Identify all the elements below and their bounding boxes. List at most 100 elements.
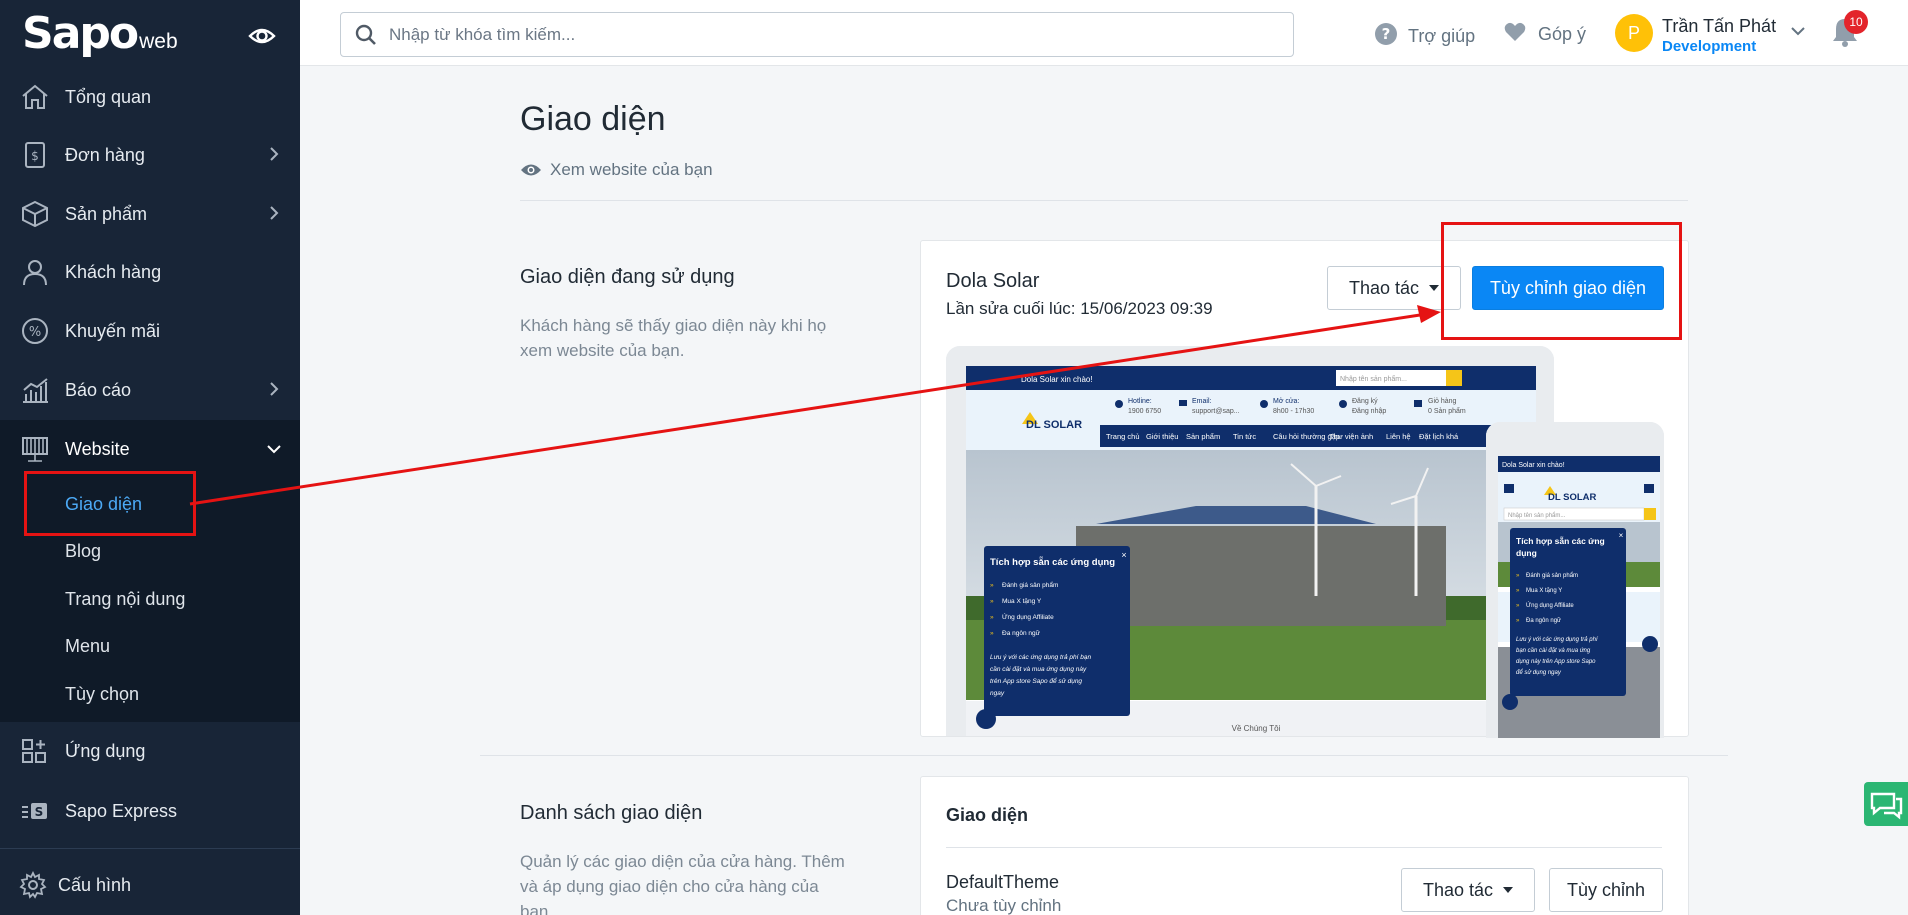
submenu-item-options[interactable]: Tùy chọn <box>65 684 139 705</box>
eye-icon[interactable] <box>248 26 276 51</box>
chevron-icon: » <box>990 614 994 621</box>
mobile-preview-popup-item: Đa ngôn ngữ <box>1526 618 1561 624</box>
preview-account-sub: Đăng nhập <box>1352 408 1386 415</box>
page-title: Giao diện <box>520 100 666 138</box>
chat-button[interactable] <box>1864 782 1908 826</box>
sidebar-item-orders[interactable]: $ Đơn hàng <box>0 126 300 184</box>
chevron-right-icon <box>268 146 280 167</box>
home-icon <box>20 83 50 111</box>
preview-email-label: Email: <box>1192 398 1212 405</box>
preview-welcome: Dola Solar xin chào! <box>1021 375 1093 384</box>
view-website-link[interactable]: Xem website của bạn <box>520 160 713 180</box>
chevron-down-icon <box>266 442 282 460</box>
sidebar-item-label: Khách hàng <box>65 261 162 282</box>
help-icon: ? <box>1374 22 1398 51</box>
view-website-label: Xem website của bạn <box>550 160 713 179</box>
eye-icon <box>521 164 541 176</box>
avatar[interactable]: P <box>1615 14 1653 52</box>
theme-last-edited: Lần sửa cuối lúc: 15/06/2023 09:39 <box>946 299 1213 318</box>
sidebar-item-promotions[interactable]: % Khuyến mãi <box>0 302 300 360</box>
theme-row-customize-button[interactable]: Tùy chỉnh <box>1549 868 1663 912</box>
sidebar-item-label: Báo cáo <box>65 379 132 400</box>
help-label: Trợ giúp <box>1408 26 1476 46</box>
preview-logo: DL SOLAR <box>1026 419 1082 431</box>
preview-popup-item: Mua X tặng Y <box>1002 598 1042 605</box>
svg-text:$: $ <box>31 149 39 163</box>
user-role: Development <box>1662 38 1757 55</box>
sidebar-item-label: Đơn hàng <box>65 144 145 165</box>
chevron-down-icon[interactable] <box>1790 24 1806 42</box>
submenu-item-menu[interactable]: Menu <box>65 636 110 657</box>
feedback-label: Góp ý <box>1538 24 1587 44</box>
user-name[interactable]: Trần Tấn Phát <box>1662 16 1776 37</box>
sidebar-item-customers[interactable]: Khách hàng <box>0 243 300 301</box>
search-input[interactable] <box>389 22 1269 48</box>
sidebar-item-label: Ứng dụng <box>65 740 146 761</box>
preview-hours: 8h00 - 17h30 <box>1273 408 1314 415</box>
logo-main: Sapo <box>22 8 139 59</box>
current-theme-section-title: Giao diện đang sử dụng <box>520 266 735 288</box>
feedback-link[interactable]: Góp ý <box>1504 22 1586 47</box>
sidebar-item-overview[interactable]: Tổng quan <box>0 68 300 126</box>
preview-popup-item: Đánh giá sản phẩm <box>1002 581 1058 589</box>
sidebar: Sapo web Tổng quan $ Đơn hàng Sản phẩm K… <box>0 0 300 915</box>
theme-row-status: Chưa tùy chỉnh <box>946 896 1062 915</box>
svg-text:%: % <box>29 325 41 340</box>
preview-cart-sub: 0 Sản phẩm <box>1428 407 1466 415</box>
close-icon: × <box>1121 550 1126 560</box>
sidebar-item-sapo-express[interactable]: S Sapo Express <box>0 782 300 840</box>
help-link[interactable]: ? Trợ giúp <box>1374 22 1475 51</box>
gear-icon <box>18 870 48 899</box>
sidebar-item-settings[interactable]: Cấu hình <box>0 856 300 914</box>
sidebar-item-website[interactable]: Website <box>0 420 300 478</box>
sidebar-item-products[interactable]: Sản phẩm <box>0 185 300 243</box>
chevron-icon: » <box>990 598 994 605</box>
search-box[interactable] <box>340 12 1294 57</box>
preview-hotline-label: Hotline: <box>1128 398 1152 405</box>
chevron-icon: » <box>990 630 994 637</box>
preview-email: support@sap... <box>1192 408 1240 415</box>
chevron-icon: » <box>990 582 994 589</box>
sapo-logo[interactable]: Sapo web <box>22 8 178 59</box>
preview-nav-item: Liên hệ <box>1386 432 1411 441</box>
sidebar-item-reports[interactable]: Báo cáo <box>0 361 300 419</box>
svg-text:?: ? <box>1382 25 1391 43</box>
divider <box>520 200 1688 201</box>
preview-nav-item: Giới thiệu <box>1146 432 1178 441</box>
theme-list-section-desc: Quản lý các giao diện của cửa hàng. Thêm… <box>520 852 845 915</box>
mobile-preview-popup-item: Đánh giá sản phẩm <box>1526 572 1578 579</box>
annotation-box-customize <box>1441 222 1682 340</box>
mobile-preview-welcome: Dola Solar xin chào! <box>1502 462 1565 469</box>
mobile-preview-popup-item: Ứng dụng Affiliate <box>1526 602 1574 609</box>
heart-icon <box>1504 22 1526 47</box>
sidebar-item-label: Sản phẩm <box>65 203 148 224</box>
caret-down-icon <box>1429 285 1440 291</box>
preview-popup-item: Đa ngôn ngữ <box>1002 630 1041 637</box>
preview-nav-item: Tin tức <box>1233 432 1256 441</box>
notification-badge: 10 <box>1844 10 1868 34</box>
submenu-item-pages[interactable]: Trang nội dung <box>65 589 185 610</box>
top-bar: ? Trợ giúp Góp ý P Trần Tấn Phát Develop… <box>300 0 1908 66</box>
sidebar-item-label: Khuyến mãi <box>65 320 161 341</box>
actions-label: Thao tác <box>1422 879 1494 900</box>
divider <box>946 847 1662 848</box>
logo-sub: web <box>139 30 178 53</box>
close-icon: × <box>1619 531 1624 540</box>
mobile-preview-popup-item: Mua X tặng Y <box>1526 588 1562 594</box>
divider <box>480 755 1728 756</box>
theme-row-name: DefaultTheme <box>946 872 1060 892</box>
preview-popup-item: Ứng dụng Affiliate <box>1002 612 1054 621</box>
theme-preview[interactable]: Dola Solar xin chào! Nhập tên sản phẩm..… <box>946 346 1664 738</box>
caret-down-icon <box>1503 887 1514 893</box>
preview-nav-item: Sản phẩm <box>1186 432 1220 441</box>
submenu-item-blog[interactable]: Blog <box>65 541 101 562</box>
theme-row-actions-button[interactable]: Thao tác <box>1401 868 1535 912</box>
sidebar-item-apps[interactable]: Ứng dụng <box>0 722 300 780</box>
order-icon: $ <box>20 141 50 169</box>
search-icon <box>355 24 377 51</box>
preview-nav-item: Thư viện ảnh <box>1329 432 1373 441</box>
theme-list-section-title: Danh sách giao diện <box>520 802 703 824</box>
mobile-preview: Dola Solar xin chào! DL SOLAR Nhập tên s… <box>1486 422 1664 738</box>
apps-icon <box>20 737 50 765</box>
theme-name: Dola Solar <box>946 270 1040 292</box>
